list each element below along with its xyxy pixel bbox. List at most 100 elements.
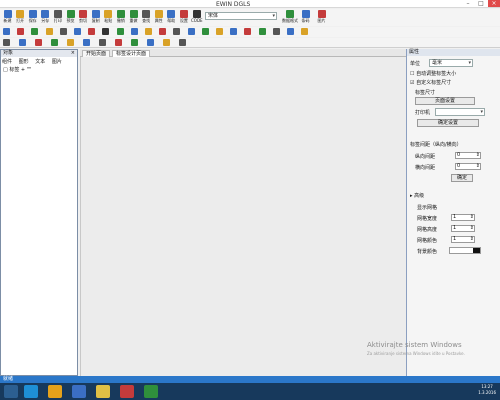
unit-select[interactable]: 毫米 <box>429 59 473 67</box>
unit-label: 单位 <box>410 61 421 67</box>
toolbar-button-label: 粘贴 <box>104 18 113 23</box>
label-gap-group: 标签间距（纵向/横向） <box>410 142 462 148</box>
toolbar-button[interactable]: 粘贴 <box>103 10 114 24</box>
taskbar-app-icon[interactable] <box>48 385 62 398</box>
toolbar-button[interactable]: CODE <box>191 10 203 23</box>
toolbar-button-label: 另存 <box>41 18 50 23</box>
apply-size-button[interactable]: 确定设置 <box>417 119 479 127</box>
format-tool-icon[interactable] <box>74 28 81 35</box>
toolbar-button[interactable]: 属性 <box>153 10 164 24</box>
custom-size-checkbox[interactable]: ☑ 自定义标签尺寸 <box>410 79 451 86</box>
align-tool-icon[interactable] <box>131 39 138 46</box>
tree-item-label[interactable]: □ 标签 + "" <box>3 66 31 73</box>
format-tool-icon[interactable] <box>301 28 309 35</box>
toolbar-button-label: 图片 <box>317 18 326 23</box>
taskbar-app-icon[interactable] <box>120 385 134 398</box>
grid-height-label: 网格高度 <box>417 227 438 233</box>
align-tool-icon[interactable] <box>163 39 170 46</box>
grid-width-spinner[interactable]: 1 <box>451 214 475 221</box>
toolbar-button[interactable]: 预览 <box>65 10 76 24</box>
toolbar-button[interactable]: 撤销 <box>115 10 126 24</box>
align-tool-icon[interactable] <box>67 39 74 46</box>
window-title: EWIN DGLS <box>216 1 251 8</box>
grid-color-spinner[interactable]: 1 <box>451 236 475 243</box>
toolbar-button[interactable]: 保存 <box>27 10 38 24</box>
close-icon[interactable]: × <box>71 50 75 57</box>
toolbar-button[interactable]: 图片 <box>314 10 329 24</box>
taskbar-app-icon[interactable] <box>144 385 158 398</box>
format-tool-icon[interactable] <box>3 28 10 35</box>
format-toolbar <box>0 27 500 37</box>
toolbar-button[interactable]: 设置 <box>178 10 189 24</box>
align-tool-icon[interactable] <box>83 39 90 46</box>
taskbar-app-icon[interactable] <box>24 385 38 398</box>
toolbar-button[interactable]: 新建 <box>2 10 13 24</box>
toolbar-button[interactable]: 数据格式 <box>282 10 298 24</box>
format-tool-icon[interactable] <box>102 28 110 35</box>
toolbar-button[interactable]: 查找 <box>141 10 152 24</box>
toolbar-button[interactable]: 打印 <box>52 10 63 24</box>
format-tool-icon[interactable] <box>201 28 209 35</box>
format-tool-icon[interactable] <box>17 28 25 35</box>
format-tool-icon[interactable] <box>173 28 181 35</box>
toolbar-button[interactable]: 条码 <box>298 10 313 24</box>
taskbar-app-icon[interactable] <box>72 385 86 398</box>
align-tool-icon[interactable] <box>99 39 106 46</box>
property-panel: 属性 单位 毫米 ☐ 自动调整标签大小 ☑ 自定义标签尺寸 标签尺寸 页面设置 … <box>406 49 500 376</box>
toolbar-icon <box>285 10 294 18</box>
font-combo[interactable]: 宋体 <box>205 12 277 20</box>
taskbar-app-icon[interactable] <box>96 385 110 398</box>
format-tool-icon[interactable] <box>59 28 67 35</box>
advanced-group[interactable]: ▸ 高级 <box>410 192 424 199</box>
auto-size-checkbox[interactable]: ☐ 自动调整标签大小 <box>410 70 456 77</box>
format-tool-icon[interactable] <box>244 28 252 35</box>
toolbar-button[interactable]: 重做 <box>128 10 139 24</box>
align-tool-icon[interactable] <box>115 39 122 46</box>
format-tool-icon[interactable] <box>187 28 195 35</box>
toolbar-button[interactable]: 复制 <box>90 10 101 24</box>
align-tool-icon[interactable] <box>147 39 154 46</box>
background-color-field[interactable] <box>449 247 481 254</box>
format-tool-icon[interactable] <box>159 28 167 35</box>
grid-height-spinner[interactable]: 1 <box>451 225 475 232</box>
format-tool-icon[interactable] <box>88 28 96 35</box>
align-tool-icon[interactable] <box>3 39 10 46</box>
close-button[interactable]: × <box>488 0 500 7</box>
system-tray-clock[interactable]: 13:27 1.3.2016 <box>478 384 496 396</box>
gap-ok-button[interactable]: 确定 <box>451 174 473 182</box>
format-tool-icon[interactable] <box>230 28 238 35</box>
format-tool-icon[interactable] <box>130 28 138 35</box>
align-tool-icon[interactable] <box>35 39 42 46</box>
toolbar-button[interactable]: 帮助 <box>166 10 177 24</box>
page-setup-button[interactable]: 页面设置 <box>415 97 475 105</box>
format-tool-icon[interactable] <box>258 28 266 35</box>
maximize-button[interactable]: □ <box>475 0 487 7</box>
toolbar-button[interactable]: 另存 <box>40 10 51 24</box>
tab-graphic[interactable]: 图形 <box>19 59 29 65</box>
toolbar-icon <box>66 10 75 18</box>
toolbar-button[interactable]: 剪切 <box>78 10 89 24</box>
format-tool-icon[interactable] <box>31 28 39 35</box>
align-tool-icon[interactable] <box>179 39 186 46</box>
format-tool-icon[interactable] <box>216 28 223 35</box>
format-tool-icon[interactable] <box>272 28 280 35</box>
align-tool-icon[interactable] <box>51 39 58 46</box>
printer-select[interactable] <box>435 108 485 116</box>
design-canvas[interactable] <box>80 57 406 376</box>
tab-component[interactable]: 组件 <box>2 59 12 65</box>
format-tool-icon[interactable] <box>116 28 124 35</box>
label-size-group: 标签尺寸 <box>415 90 436 96</box>
minimize-button[interactable]: – <box>462 0 474 7</box>
format-tool-icon[interactable] <box>287 28 294 35</box>
format-tool-icon[interactable] <box>45 28 53 35</box>
vertical-gap-spinner[interactable]: 0 <box>455 152 481 159</box>
toolbar-button[interactable]: 打开 <box>15 10 26 24</box>
start-button[interactable] <box>4 385 18 398</box>
tab-text[interactable]: 文本 <box>35 59 45 65</box>
align-tool-icon[interactable] <box>19 39 26 46</box>
horizontal-gap-spinner[interactable]: 0 <box>455 163 481 170</box>
format-tool-icon[interactable] <box>145 28 152 35</box>
toolbar-icon <box>179 10 188 18</box>
toolbar-button-label: 剪切 <box>79 18 88 23</box>
tab-image[interactable]: 图片 <box>52 59 62 65</box>
